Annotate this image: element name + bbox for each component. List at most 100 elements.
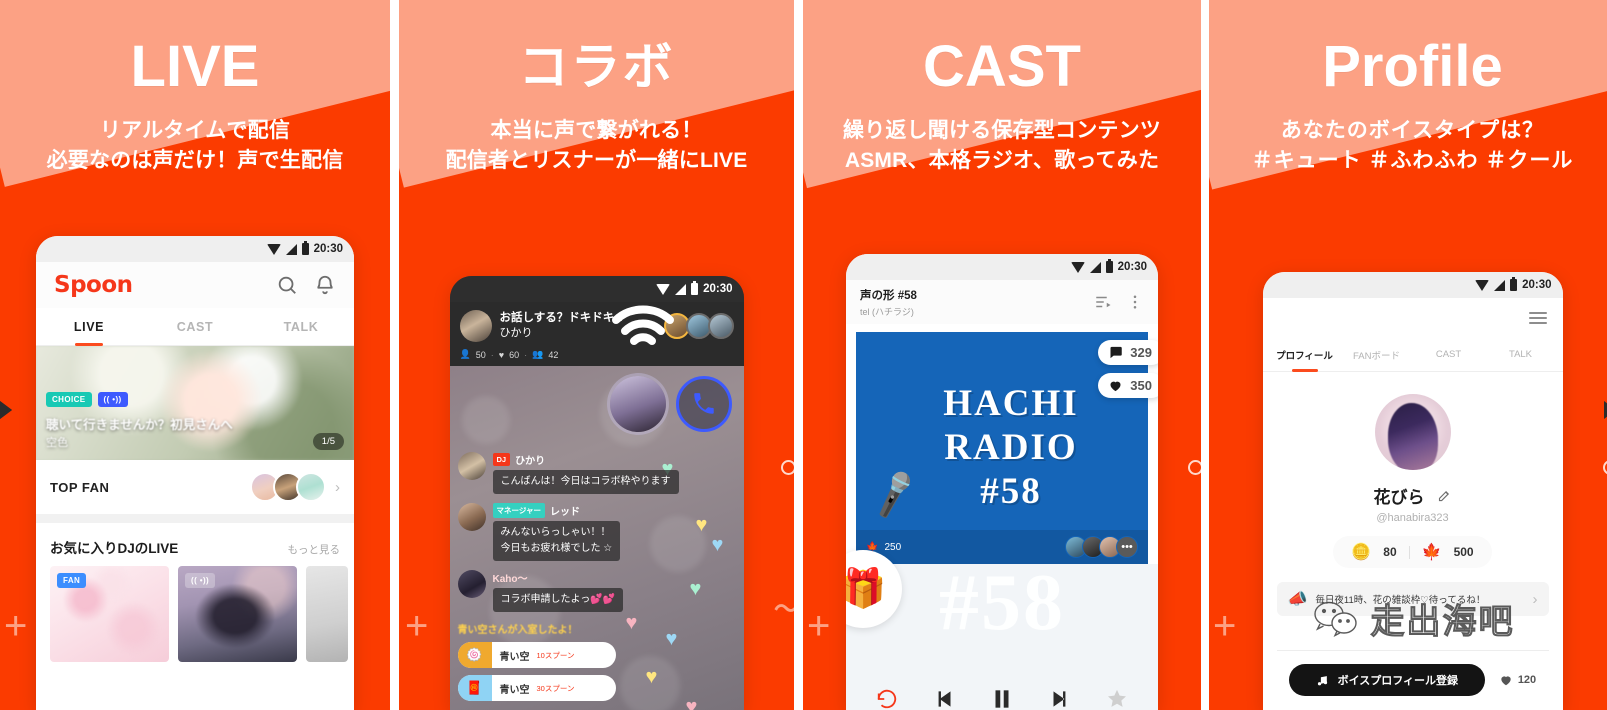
coin-count: 80 bbox=[1383, 545, 1397, 559]
wifi-icon bbox=[1475, 279, 1490, 291]
room-stats: 👤 50 · ♥ 60 · 👥 42 bbox=[460, 349, 734, 360]
app-bar: Spoon bbox=[36, 262, 354, 308]
phone-mockup-cast: 20:30 声の形 #58 tel (ハチラジ) HACHI RADIO #58… bbox=[846, 254, 1158, 710]
stat-separator bbox=[1408, 545, 1410, 559]
list-item[interactable]: FAN bbox=[50, 566, 169, 662]
panel-gutter bbox=[0, 0, 1209, 710]
profile-stats: 🪙 80 🍁 500 bbox=[1333, 536, 1492, 568]
hero-title: 聴いて行きませんか？初見さんへ bbox=[46, 418, 233, 432]
tab-cast[interactable]: CAST bbox=[1413, 338, 1485, 371]
artwork-text: HACHI RADIO #58 bbox=[925, 382, 1078, 514]
like-badge[interactable]: 350 bbox=[1098, 373, 1158, 398]
status-time: 20:30 bbox=[1117, 261, 1147, 273]
chat-message: こんばんは！今日はコラボ枠やります bbox=[492, 470, 679, 494]
gift-sender: 青い空 bbox=[499, 651, 530, 663]
members-icon: 👥 bbox=[532, 349, 544, 359]
next-icon[interactable] bbox=[1047, 686, 1073, 710]
edit-icon[interactable] bbox=[1437, 488, 1452, 503]
chat-message: みんないらっしゃい！！ 今日もお疲れ様でした ☆ bbox=[492, 521, 621, 561]
playlist-icon[interactable] bbox=[1094, 293, 1112, 311]
listener-icon: 👤 bbox=[459, 349, 471, 359]
chevron-right-icon[interactable]: › bbox=[335, 479, 340, 496]
avatar bbox=[296, 472, 326, 502]
microphone-icon: 🎤 bbox=[866, 468, 922, 521]
watermark-text: 走出海吧 bbox=[1370, 602, 1515, 643]
call-icon[interactable] bbox=[675, 376, 732, 432]
home-tabs: LIVE CAST TALK bbox=[36, 308, 354, 346]
panel-collab: コラボ 本当に声で繋がれる！ 配信者とリスナーが一緒にLIVE 20:30 お話… bbox=[399, 0, 794, 710]
panel-subtitle: リアルタイムで配信 必要なのは声だけ！声で生配信 bbox=[46, 119, 344, 172]
panel-cast: CAST 繰り返し聞ける保存型コンテンツ ASMR、本格ラジオ、歌ってみた 20… bbox=[803, 0, 1201, 710]
tab-talk[interactable]: TALK bbox=[248, 308, 354, 345]
cast-artwork-footer: 🍁 250 ••• bbox=[856, 530, 1148, 564]
star-icon[interactable] bbox=[1106, 688, 1128, 710]
phone-mockup-collab: 20:30 お話しする？ドキドキ☆ ひかり 👤 50 · ♥ 60 · 👥 42… bbox=[449, 276, 744, 710]
search-icon[interactable] bbox=[276, 274, 298, 296]
spoon-icon: 🍁 bbox=[1421, 544, 1442, 561]
status-time: 20:30 bbox=[1522, 279, 1552, 291]
divider bbox=[1276, 650, 1549, 651]
battery-icon bbox=[1105, 259, 1113, 273]
live-badge: (( •)) bbox=[185, 573, 216, 588]
like-counter[interactable]: 120 bbox=[1499, 673, 1536, 687]
tab-cast[interactable]: CAST bbox=[142, 308, 248, 345]
status-bar: 20:30 bbox=[449, 276, 744, 302]
status-bar: 20:30 bbox=[36, 236, 354, 262]
panel-title: コラボ bbox=[518, 39, 675, 95]
pause-icon[interactable] bbox=[989, 686, 1015, 710]
status-time: 20:30 bbox=[703, 283, 733, 295]
top-fan-row[interactable]: TOP FAN › bbox=[36, 460, 354, 514]
hero-banner[interactable]: CHOICE (( •)) 聴いて行きませんか？初見さんへ 空色 1/5 bbox=[36, 346, 354, 460]
member-count: 42 bbox=[548, 349, 559, 360]
plus-decoration: + bbox=[1213, 604, 1237, 648]
artwork-line: RADIO bbox=[944, 427, 1078, 468]
status-bar: 20:30 bbox=[846, 254, 1158, 280]
comment-badge[interactable]: 329 bbox=[1098, 340, 1158, 365]
status-time: 20:30 bbox=[313, 243, 343, 255]
stat-separator: · bbox=[524, 349, 528, 360]
list-item[interactable]: (( •)) bbox=[178, 566, 297, 662]
favorite-dj-header: お気に入りDJのLIVE もっと見る bbox=[36, 523, 354, 566]
profile-app-bar bbox=[1262, 298, 1563, 338]
avatar bbox=[457, 503, 486, 531]
coin-icon: 🪙 bbox=[1351, 544, 1372, 561]
hamburger-menu-icon[interactable] bbox=[1528, 309, 1547, 327]
spoon-count: 250 bbox=[884, 541, 902, 553]
fan-badge: FAN bbox=[57, 573, 87, 588]
panel-title: Profile bbox=[1322, 34, 1503, 99]
list-item: DJ ひかり こんばんは！今日はコラボ枠やります bbox=[457, 452, 736, 494]
avatar-overflow[interactable]: ••• bbox=[1116, 536, 1138, 558]
player-controls bbox=[846, 686, 1158, 710]
battery-icon bbox=[1510, 277, 1518, 291]
artwork-line: HACHI bbox=[943, 383, 1079, 424]
circle-decoration bbox=[781, 460, 794, 475]
bell-icon[interactable] bbox=[314, 274, 336, 296]
tab-live[interactable]: LIVE bbox=[36, 308, 142, 345]
heart-icon bbox=[1501, 676, 1511, 686]
avatar[interactable] bbox=[1374, 394, 1451, 470]
phone-mockup-live: 20:30 Spoon LIVE CAST TALK CHOICE (( •))… bbox=[36, 236, 354, 710]
replay-icon[interactable] bbox=[876, 688, 898, 710]
choice-badge: CHOICE bbox=[46, 392, 92, 407]
tab-profile[interactable]: プロフィール bbox=[1269, 338, 1341, 371]
hero-pager: 1/5 bbox=[312, 433, 344, 450]
tab-fanboard[interactable]: FANボード bbox=[1341, 338, 1413, 371]
host-avatar[interactable] bbox=[609, 376, 666, 432]
panel-title: CAST bbox=[923, 34, 1081, 99]
voice-profile-button[interactable]: ボイスプロフィール登録 bbox=[1288, 664, 1485, 696]
avatar bbox=[457, 570, 486, 598]
more-options-icon[interactable] bbox=[1126, 293, 1144, 311]
list-item[interactable] bbox=[306, 566, 348, 662]
previous-icon[interactable] bbox=[931, 686, 957, 710]
signal-icon bbox=[675, 283, 687, 295]
like-count: 350 bbox=[1130, 378, 1152, 393]
stat-separator: · bbox=[490, 349, 494, 360]
avatar bbox=[707, 313, 734, 339]
avatar bbox=[459, 310, 492, 342]
like-count: 120 bbox=[1517, 674, 1537, 686]
signal-icon bbox=[285, 243, 297, 255]
tab-talk[interactable]: TALK bbox=[1485, 338, 1557, 371]
see-more-link[interactable]: もっと見る bbox=[288, 542, 341, 557]
comment-icon bbox=[1110, 346, 1123, 359]
wifi-broadcast-icon bbox=[611, 305, 674, 345]
